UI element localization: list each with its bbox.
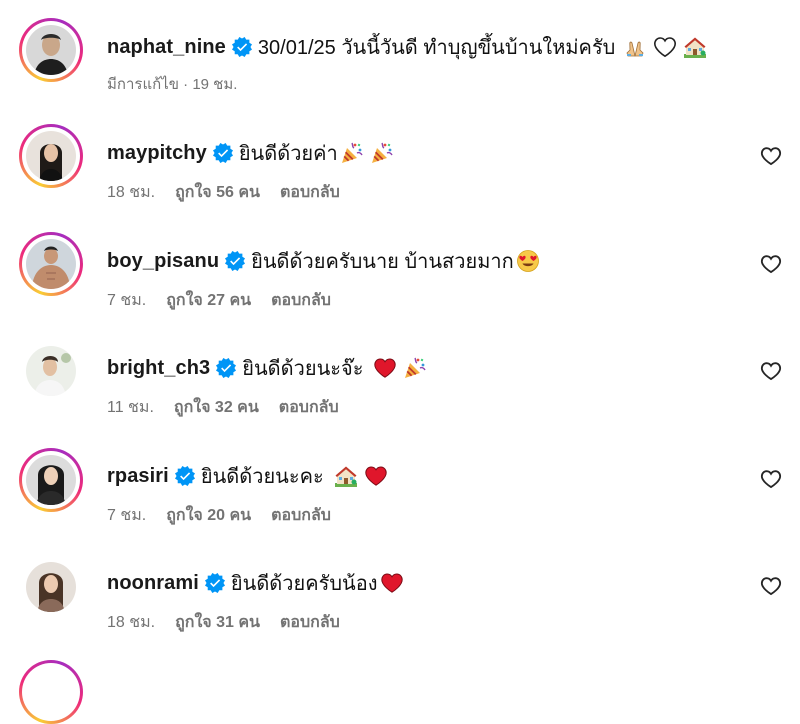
comment-text: ยินดีด้วยนะคะ [200,466,324,488]
red-heart-icon [380,571,404,595]
comment-username[interactable]: rpasiri [107,465,169,488]
party-popper-icon [370,141,394,165]
verified-badge-icon [225,251,245,271]
heart-outline-icon[interactable] [760,575,782,597]
avatar[interactable] [19,124,83,188]
comment-likes-count[interactable]: ถูกใจ 31 คน [175,610,260,635]
verified-badge-icon [175,466,195,486]
party-popper-icon [403,356,427,380]
verified-badge-icon [213,143,233,163]
smiling-face-with-heart-eyes-icon [516,249,540,273]
comment-text: ยินดีด้วยครับน้อง [230,573,378,595]
comment-text: ยินดีด้วยค่า [238,143,338,165]
reply-button[interactable]: ตอบกลับ [271,288,331,313]
comment-likes-count[interactable]: ถูกใจ 20 คน [166,503,251,528]
comment-text: ยินดีด้วยนะจ๊ะ [242,358,364,380]
heart-outline-icon[interactable] [760,253,782,275]
avatar[interactable] [19,232,83,296]
comment-username[interactable]: noonrami [107,572,199,595]
heart-outline-icon[interactable] [760,360,782,382]
avatar[interactable] [19,448,83,512]
comment-username[interactable]: bright_ch3 [107,357,210,380]
heart-outline-icon[interactable] [760,468,782,490]
reply-button[interactable]: ตอบกลับ [279,395,339,420]
avatar[interactable] [19,339,83,403]
verified-badge-icon [232,37,252,57]
comment-likes-count[interactable]: ถูกใจ 27 คน [166,288,251,313]
heart-outline-icon[interactable] [760,145,782,167]
reply-button[interactable]: ตอบกลับ [271,503,331,528]
avatar[interactable] [19,555,83,619]
verified-badge-icon [205,573,225,593]
comment-time: 7 ชม. [107,507,147,524]
comment-username[interactable]: boy_pisanu [107,250,219,273]
post-caption-row: naphat_nine 30/01/25 วันนี้วันดี ทำบุญขึ… [0,0,800,115]
comment-likes-count[interactable]: ถูกใจ 56 คน [175,180,260,205]
reply-button[interactable]: ตอบกลับ [280,180,340,205]
comment-time: 18 ชม. [107,614,156,631]
house-with-garden-icon [683,35,707,59]
post-caption: 30/01/25 วันนี้วันดี ทำบุญขึ้นบ้านใหม่คร… [257,37,616,59]
comment-username[interactable]: maypitchy [107,142,207,165]
post-username[interactable]: naphat_nine [107,36,226,59]
comment-item: noonrami ยินดีด้วยครับน้อง 18 ชม. ถูกใจ … [0,0,800,631]
red-heart-icon [373,356,397,380]
avatar[interactable] [19,660,83,724]
comment-time: 7 ชม. [107,292,147,309]
folded-hands-icon [623,35,647,59]
avatar[interactable] [19,18,83,82]
comment-text: ยินดีด้วยครับนาย บ้านสวยมาก [251,251,514,273]
red-heart-icon [364,464,388,488]
comment-time: 11 ชม. [107,399,154,416]
comment-likes-count[interactable]: ถูกใจ 32 คน [174,395,259,420]
reply-button[interactable]: ตอบกลับ [280,610,340,635]
party-popper-icon [340,141,364,165]
comment-time: 18 ชม. [107,184,156,201]
house-with-garden-icon [334,464,358,488]
white-heart-icon [653,35,677,59]
verified-badge-icon [216,358,236,378]
post-meta: มีการแก้ไข · 19 ชม. [107,76,238,93]
